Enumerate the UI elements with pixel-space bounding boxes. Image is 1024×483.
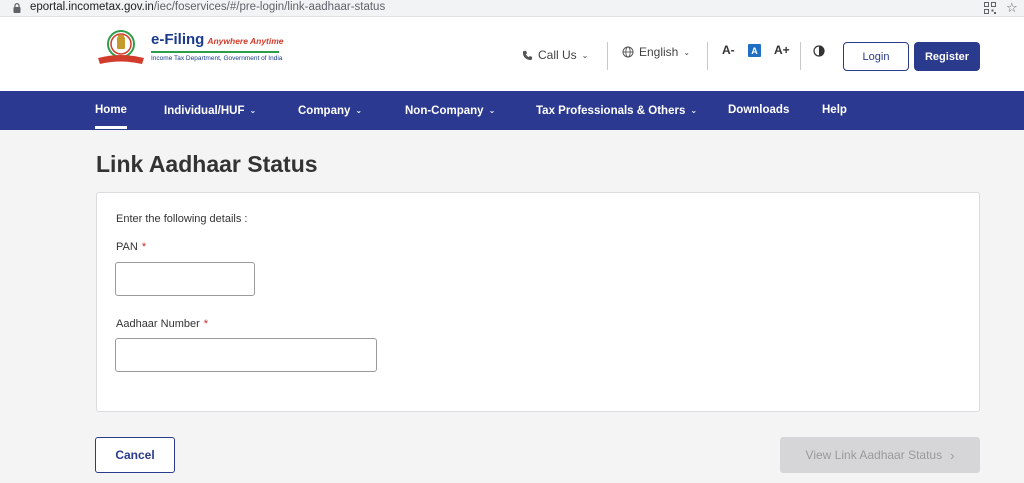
form-instructions: Enter the following details : [116, 213, 248, 225]
aadhaar-label: Aadhaar Number * [116, 318, 208, 330]
main-navigation: Home Individual/HUF ⌄ Company ⌄ Non-Compan… [0, 91, 1024, 130]
page-title: Link Aadhaar Status [96, 151, 318, 177]
logo-subtitle: Income Tax Department, Government of Ind… [151, 55, 283, 62]
language-label: English [639, 45, 679, 59]
url-path: /iec/foservices/#/pre-login/link-aadhaar… [153, 1, 386, 13]
increase-font-button[interactable]: A+ [774, 43, 790, 57]
qr-code-icon[interactable] [984, 2, 996, 14]
nav-active-indicator [95, 126, 127, 129]
cancel-button[interactable]: Cancel [95, 437, 175, 473]
nav-label: Tax Professionals & Others [536, 105, 686, 117]
browser-address-bar: eportal.incometax.gov.in/iec/foservices/… [0, 0, 1024, 17]
view-status-label: View Link Aadhaar Status [805, 448, 943, 462]
nav-label: Home [95, 104, 127, 116]
pan-label-text: PAN [116, 241, 138, 253]
nav-item-downloads[interactable]: Downloads [728, 91, 789, 130]
required-asterisk: * [141, 241, 147, 253]
chevron-down-icon: ⌄ [690, 106, 698, 115]
bookmark-star-icon[interactable]: ☆ [1006, 0, 1018, 16]
header-divider [707, 42, 708, 70]
call-us-dropdown[interactable]: Call Us ⌄ [522, 48, 588, 62]
address-url[interactable]: eportal.incometax.gov.in/iec/foservices/… [30, 1, 385, 13]
contrast-toggle[interactable] [813, 45, 825, 57]
nav-item-company[interactable]: Company ⌄ [298, 91, 362, 130]
nav-item-tax-professionals[interactable]: Tax Professionals & Others ⌄ [536, 91, 697, 130]
chevron-right-icon: › [950, 447, 955, 463]
logo-title-text: e-Filing [151, 31, 205, 48]
pan-label: PAN * [116, 241, 146, 253]
url-host: eportal.incometax.gov.in [30, 1, 154, 13]
phone-icon [522, 50, 533, 60]
nav-item-non-company[interactable]: Non-Company ⌄ [405, 91, 495, 130]
logo-title: e-Filing Anywhere Anytime [151, 31, 284, 48]
nav-item-home[interactable]: Home [95, 91, 127, 130]
aadhaar-label-text: Aadhaar Number [116, 318, 200, 330]
nav-label: Company [298, 105, 351, 117]
call-us-label: Call Us [538, 48, 577, 62]
nav-label: Downloads [728, 104, 790, 116]
nav-label: Individual/HUF [164, 105, 245, 117]
details-form-card: Enter the following details : PAN * Aadha… [96, 192, 980, 412]
chevron-down-icon: ⌄ [249, 106, 257, 115]
login-button[interactable]: Login [843, 42, 909, 71]
nav-label: Help [822, 104, 847, 116]
nav-label: Non-Company [405, 105, 484, 117]
emblem-logo[interactable] [96, 28, 146, 68]
nav-item-individual-huf[interactable]: Individual/HUF ⌄ [164, 91, 256, 130]
view-link-aadhaar-status-button[interactable]: View Link Aadhaar Status › [780, 437, 980, 473]
lock-icon [13, 3, 21, 13]
logo-tagline: Anywhere Anytime [207, 36, 284, 46]
chevron-down-icon: ⌄ [683, 47, 691, 57]
language-dropdown[interactable]: English ⌄ [622, 45, 690, 59]
register-button[interactable]: Register [914, 42, 980, 71]
logo-underline [151, 51, 279, 53]
chevron-down-icon: ⌄ [581, 50, 589, 60]
header-divider [800, 42, 801, 70]
normal-font-button[interactable]: A [748, 44, 761, 57]
contrast-icon [813, 45, 825, 57]
chevron-down-icon: ⌄ [355, 106, 363, 115]
required-asterisk: * [203, 318, 209, 330]
nav-item-help[interactable]: Help [822, 91, 847, 130]
header-divider [607, 42, 608, 70]
aadhaar-number-input[interactable] [115, 338, 377, 372]
site-header: e-Filing Anywhere Anytime Income Tax Depa… [0, 17, 1024, 91]
decrease-font-button[interactable]: A- [722, 43, 735, 57]
chevron-down-icon: ⌄ [488, 106, 496, 115]
pan-input[interactable] [115, 262, 255, 296]
globe-icon [622, 46, 634, 58]
